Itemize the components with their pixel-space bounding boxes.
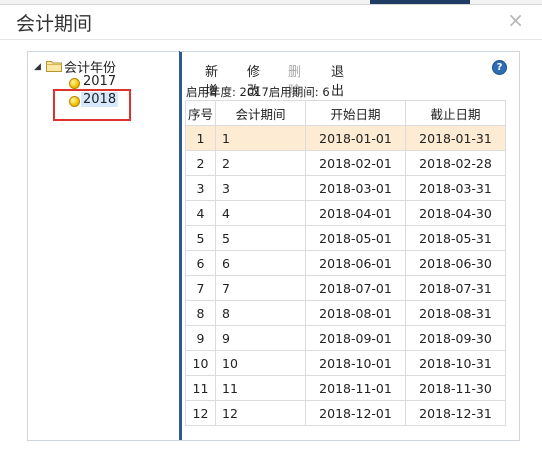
help-icon[interactable]: ? [492, 60, 507, 75]
cell-index: 9 [185, 325, 216, 351]
cell-start-date: 2018-05-01 [305, 225, 406, 251]
cell-end-date: 2018-05-31 [405, 225, 506, 251]
cell-end-date: 2018-01-31 [405, 125, 506, 151]
cell-start-date: 2018-12-01 [305, 400, 406, 426]
cell-start-date: 2018-02-01 [305, 150, 406, 176]
table-row[interactable]: 2 2 2018-02-01 2018-02-28 [185, 150, 506, 176]
year-node-icon [69, 78, 80, 89]
cell-end-date: 2018-12-31 [405, 400, 506, 426]
cell-start-date: 2018-07-01 [305, 275, 406, 301]
table-row[interactable]: 6 6 2018-06-01 2018-06-30 [185, 250, 506, 276]
cell-period: 10 [215, 350, 306, 376]
cell-end-date: 2018-11-30 [405, 375, 506, 401]
cell-index: 2 [185, 150, 216, 176]
collapse-triangle-icon[interactable]: ◢ [34, 62, 41, 72]
cell-end-date: 2018-09-30 [405, 325, 506, 351]
cell-index: 5 [185, 225, 216, 251]
cell-start-date: 2018-08-01 [305, 300, 406, 326]
cell-end-date: 2018-04-30 [405, 200, 506, 226]
cell-index: 1 [185, 125, 216, 151]
cell-index: 7 [185, 275, 216, 301]
cell-start-date: 2018-09-01 [305, 325, 406, 351]
cell-start-date: 2018-06-01 [305, 250, 406, 276]
cell-index: 12 [185, 400, 216, 426]
tree-item-label: 2017 [83, 74, 117, 89]
table-row[interactable]: 12 12 2018-12-01 2018-12-31 [185, 400, 506, 426]
cell-start-date: 2018-11-01 [305, 375, 406, 401]
column-header-start-date[interactable]: 开始日期 [305, 100, 406, 126]
cell-end-date: 2018-08-31 [405, 300, 506, 326]
table-row[interactable]: 3 3 2018-03-01 2018-03-31 [185, 175, 506, 201]
folder-icon [46, 61, 62, 72]
table-row[interactable]: 10 10 2018-10-01 2018-10-31 [185, 350, 506, 376]
exit-button[interactable]: 退出 [331, 61, 344, 99]
cell-end-date: 2018-06-30 [405, 250, 506, 276]
cell-period: 8 [215, 300, 306, 326]
table-row[interactable]: 8 8 2018-08-01 2018-08-31 [185, 300, 506, 326]
table-row[interactable]: 1 1 2018-01-01 2018-01-31 [185, 125, 506, 151]
cell-end-date: 2018-07-31 [405, 275, 506, 301]
table-row[interactable]: 7 7 2018-07-01 2018-07-31 [185, 275, 506, 301]
column-header-index[interactable]: 序号 [185, 100, 216, 126]
cell-end-date: 2018-03-31 [405, 175, 506, 201]
cell-end-date: 2018-02-28 [405, 150, 506, 176]
cell-start-date: 2018-04-01 [305, 200, 406, 226]
cell-index: 3 [185, 175, 216, 201]
cell-period: 11 [215, 375, 306, 401]
cell-period: 6 [215, 250, 306, 276]
cell-start-date: 2018-10-01 [305, 350, 406, 376]
column-header-period[interactable]: 会计期间 [215, 100, 306, 126]
cell-period: 9 [215, 325, 306, 351]
table-row[interactable]: 4 4 2018-04-01 2018-04-30 [185, 200, 506, 226]
cell-period: 4 [215, 200, 306, 226]
table-row[interactable]: 5 5 2018-05-01 2018-05-31 [185, 225, 506, 251]
cell-index: 10 [185, 350, 216, 376]
table-row[interactable]: 11 11 2018-11-01 2018-11-30 [185, 375, 506, 401]
cell-end-date: 2018-10-31 [405, 350, 506, 376]
column-header-end-date[interactable]: 截止日期 [405, 100, 506, 126]
cell-index: 6 [185, 250, 216, 276]
cell-period: 2 [215, 150, 306, 176]
enabled-year-period-info: 启用年度: 2017启用期间: 6 [186, 85, 330, 99]
cell-start-date: 2018-01-01 [305, 125, 406, 151]
dialog-title: 会计期间 [16, 13, 93, 35]
cell-period: 5 [215, 225, 306, 251]
period-table: 序号 会计期间 开始日期 截止日期 1 1 2018-01-01 2018-01-31… [185, 100, 506, 426]
table-header-row: 序号 会计期间 开始日期 截止日期 [185, 100, 506, 126]
cell-period: 12 [215, 400, 306, 426]
cell-start-date: 2018-03-01 [305, 175, 406, 201]
cell-index: 8 [185, 300, 216, 326]
cell-index: 4 [185, 200, 216, 226]
annotation-highlight-box [53, 89, 131, 121]
table-row[interactable]: 9 9 2018-09-01 2018-09-30 [185, 325, 506, 351]
cell-period: 7 [215, 275, 306, 301]
cell-period: 1 [215, 125, 306, 151]
cell-period: 3 [215, 175, 306, 201]
close-icon[interactable]: × [507, 8, 524, 32]
title-divider [0, 39, 542, 40]
cell-index: 11 [185, 375, 216, 401]
